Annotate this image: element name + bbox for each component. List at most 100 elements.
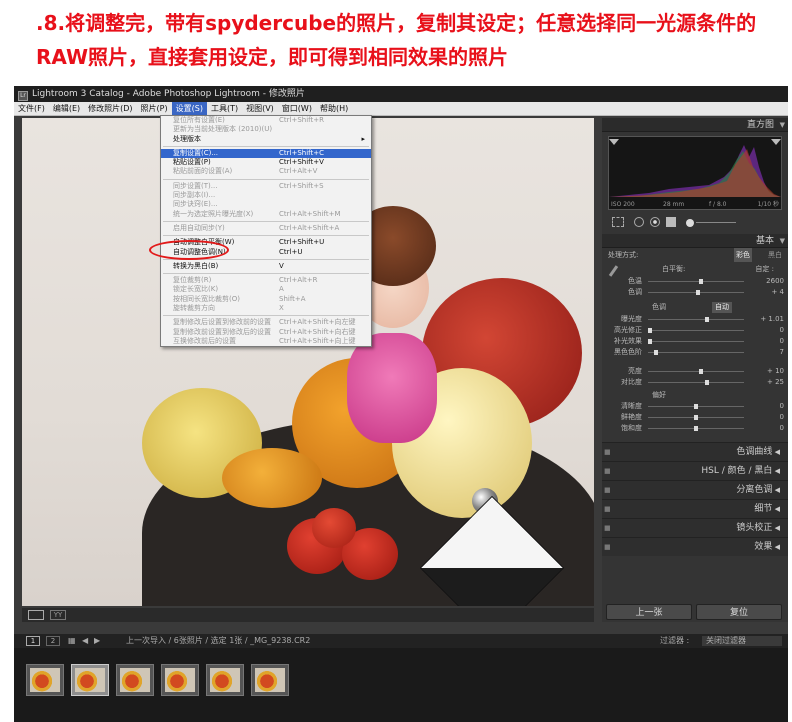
collapse-triangle-icon[interactable]: ▼ [780, 118, 785, 132]
loupe-view-icon[interactable] [28, 610, 44, 620]
collapse-triangle-icon[interactable]: ▼ [780, 234, 785, 248]
menu-item[interactable]: 复制修改前设置到修改后的设置 Ctrl+Alt+Shift+向右键 [161, 328, 371, 337]
slider-value[interactable]: 7 [780, 347, 784, 358]
menu-photo[interactable]: 照片(P) [137, 102, 172, 116]
filmstrip-thumbnail[interactable] [251, 664, 289, 696]
red-eye-icon[interactable] [650, 217, 660, 227]
slider-knob[interactable] [648, 328, 652, 333]
menu-help[interactable]: 帮助(H) [316, 102, 352, 116]
panel-toggle-icon[interactable]: ■ [604, 500, 611, 519]
auto-tone-button[interactable]: 自动 [712, 302, 732, 313]
white-balance-select[interactable]: 自定 : [755, 262, 774, 276]
slider-track[interactable] [648, 339, 744, 344]
secondary-window-2-button[interactable]: 2 [46, 636, 60, 646]
panel-toggle-icon[interactable]: ■ [604, 538, 611, 557]
filmstrip-thumbnail[interactable] [206, 664, 244, 696]
filmstrip-thumbnail[interactable] [71, 664, 109, 696]
slider-knob[interactable] [654, 350, 659, 355]
slider-track[interactable] [648, 404, 744, 409]
slider-knob[interactable] [698, 369, 703, 374]
slider-track[interactable] [648, 328, 744, 333]
menu-settings[interactable]: 设置(S) [171, 102, 207, 116]
menu-item[interactable]: 锁定长宽比(K) A [161, 285, 371, 294]
slider-knob[interactable] [694, 404, 698, 409]
expand-triangle-icon[interactable]: ◀ [772, 467, 780, 475]
reset-button[interactable]: 复位 [696, 604, 782, 620]
histogram-header[interactable]: 直方图 ▼ [602, 118, 788, 132]
panel-toggle-icon[interactable]: ■ [604, 443, 611, 462]
menu-item[interactable]: 复制设置(C)... Ctrl+Shift+C [161, 148, 371, 159]
menu-item[interactable]: 按相同长宽比裁剪(O) Shift+A [161, 295, 371, 304]
slider-value[interactable]: 0 [780, 325, 784, 336]
filter-select[interactable]: 关闭过滤器 [702, 636, 782, 646]
basic-header[interactable]: 基本 ▼ [602, 234, 788, 248]
panel-section-header[interactable]: ■ 镜头校正 ◀ [602, 518, 788, 537]
menu-develop[interactable]: 修改照片(D) [84, 102, 136, 116]
panel-toggle-icon[interactable]: ■ [604, 481, 611, 500]
slider-value[interactable]: + 4 [771, 287, 784, 298]
slider-value[interactable]: 0 [780, 336, 784, 347]
treatment-color-button[interactable]: 彩色 [734, 248, 752, 262]
filmstrip-thumbnail[interactable] [116, 664, 154, 696]
menu-item[interactable]: 互换修改前后的设置 Ctrl+Alt+Shift+向上键 [161, 337, 371, 346]
slider-value[interactable]: 0 [780, 401, 784, 412]
expand-triangle-icon[interactable]: ◀ [772, 486, 780, 494]
secondary-window-1-button[interactable]: 1 [26, 636, 40, 646]
slider-knob[interactable] [695, 290, 700, 295]
slider-value[interactable]: 0 [780, 412, 784, 423]
menu-item[interactable]: 复制修改后设置到修改前的设置 Ctrl+Alt+Shift+向左键 [161, 318, 371, 327]
graduated-filter-icon[interactable] [666, 217, 676, 227]
slider-track[interactable] [648, 415, 744, 420]
menu-file[interactable]: 文件(F) [14, 102, 49, 116]
grid-icon[interactable]: ▦ [68, 634, 76, 648]
expand-triangle-icon[interactable]: ◀ [772, 543, 780, 551]
panel-toggle-icon[interactable]: ■ [604, 519, 611, 538]
treatment-bw-button[interactable]: 黑白 [768, 248, 782, 262]
panel-toggle-icon[interactable]: ■ [604, 462, 611, 481]
slider-track[interactable] [648, 369, 744, 374]
menu-item[interactable]: 统一为选定照片曝光度(X) Ctrl+Alt+Shift+M [161, 210, 371, 219]
spot-removal-icon[interactable] [634, 217, 644, 227]
adjustment-brush-icon[interactable] [686, 219, 694, 227]
slider-track[interactable] [648, 290, 744, 295]
menu-tools[interactable]: 工具(T) [207, 102, 242, 116]
forward-arrow-icon[interactable]: ▶ [94, 634, 100, 648]
menu-item[interactable]: 旋转裁剪方向 X [161, 304, 371, 313]
filmstrip-thumbnail[interactable] [161, 664, 199, 696]
brush-slider[interactable] [696, 222, 736, 223]
filmstrip-source-info[interactable]: 上一次导入 / 6张照片 / 选定 1张 / _MG_9238.CR2 [126, 634, 310, 648]
previous-button[interactable]: 上一张 [606, 604, 692, 620]
back-arrow-icon[interactable]: ◀ [82, 634, 88, 648]
expand-triangle-icon[interactable]: ◀ [772, 524, 780, 532]
menu-item[interactable]: 处理版本 ▸ [161, 135, 371, 144]
expand-triangle-icon[interactable]: ◀ [772, 505, 780, 513]
slider-knob[interactable] [705, 317, 710, 322]
panel-section-header[interactable]: ■ 色调曲线 ◀ [602, 442, 788, 461]
slider-value[interactable]: 0 [780, 423, 784, 434]
panel-section-header[interactable]: ■ HSL / 颜色 / 黑白 ◀ [602, 461, 788, 480]
before-after-icon[interactable]: YY [50, 610, 66, 620]
menu-edit[interactable]: 编辑(E) [49, 102, 84, 116]
panel-section-header[interactable]: ■ 细节 ◀ [602, 499, 788, 518]
menu-item[interactable]: 复位所有设置(E) Ctrl+Shift+R [161, 116, 371, 125]
menu-item[interactable]: 转换为黑白(B) V [161, 262, 371, 271]
slider-value[interactable]: + 25 [767, 377, 784, 388]
slider-track[interactable] [648, 279, 744, 284]
slider-knob[interactable] [694, 415, 698, 420]
menu-item[interactable]: 同步诀窍(E)... [161, 200, 371, 209]
slider-value[interactable]: + 10 [767, 366, 784, 377]
menu-view[interactable]: 视图(V) [242, 102, 278, 116]
crop-tool-icon[interactable] [612, 217, 624, 227]
panel-section-header[interactable]: ■ 分离色调 ◀ [602, 480, 788, 499]
menu-item[interactable]: 粘贴前面的设置(A) Ctrl+Alt+V [161, 167, 371, 176]
menu-item[interactable]: 更新为当前处理版本 (2010)(U) [161, 125, 371, 134]
slider-track[interactable] [648, 426, 744, 431]
slider-knob[interactable] [698, 279, 703, 284]
slider-knob[interactable] [648, 339, 652, 344]
panel-section-header[interactable]: ■ 效果 ◀ [602, 537, 788, 556]
menu-window[interactable]: 窗口(W) [278, 102, 316, 116]
slider-track[interactable] [648, 350, 744, 355]
filmstrip-thumbnail[interactable] [26, 664, 64, 696]
slider-track[interactable] [648, 380, 744, 385]
slider-knob[interactable] [694, 426, 698, 431]
